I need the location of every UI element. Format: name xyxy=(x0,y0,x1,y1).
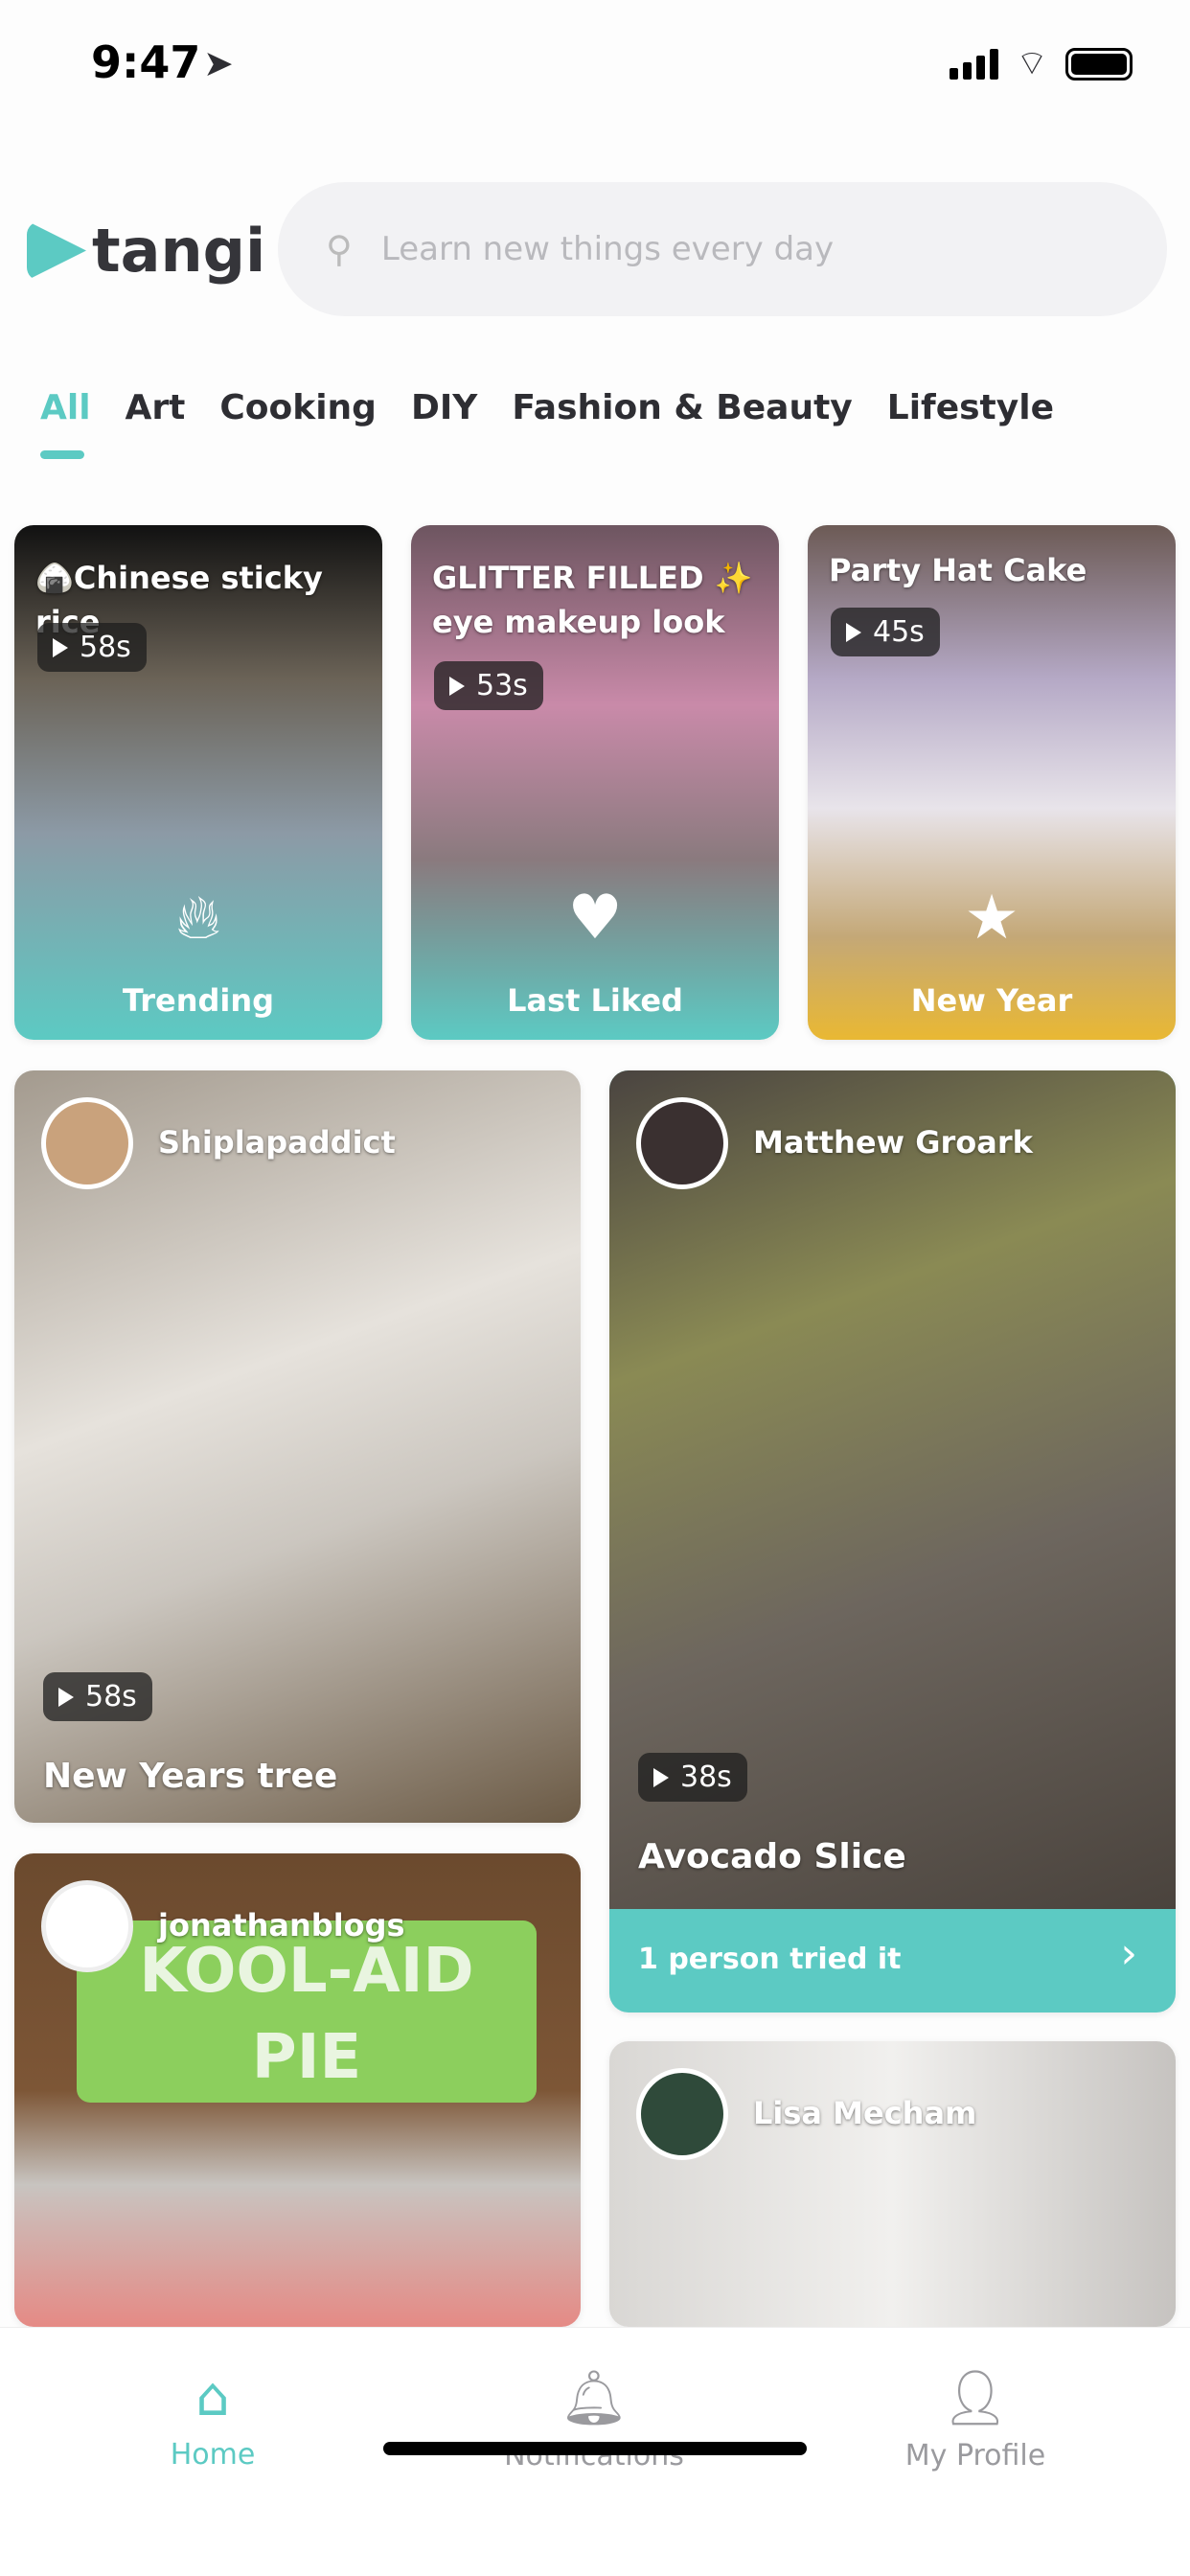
feed-card[interactable]: Shiplapaddict 58s New Years tree xyxy=(14,1070,581,1823)
nav-home[interactable]: ⌂ Home xyxy=(69,2366,356,2472)
star-icon: ★ xyxy=(964,883,1019,954)
duration-badge: 38s xyxy=(638,1753,747,1802)
featured-card-new-year[interactable]: Party Hat Cake 45s ★ New Year xyxy=(808,525,1176,1040)
avatar[interactable] xyxy=(636,2068,728,2160)
play-icon xyxy=(58,1687,74,1707)
feed-card[interactable]: Lisa Mecham xyxy=(609,2041,1176,2327)
duration-badge: 45s xyxy=(831,608,940,656)
image-text: KOOL-AID PIE xyxy=(77,1920,537,2103)
category-label: Last Liked xyxy=(507,982,683,1019)
search-input[interactable]: ⚲ Learn new things every day xyxy=(278,182,1167,316)
category-tabs: All Art Cooking DIY Fashion & Beauty Lif… xyxy=(40,388,1054,459)
author-name[interactable]: Lisa Mecham xyxy=(753,2095,976,2131)
user-icon: 👤︎ xyxy=(941,2367,1010,2429)
play-icon xyxy=(449,676,465,696)
battery-icon xyxy=(1065,47,1133,80)
author-name[interactable]: jonathanblogs xyxy=(158,1907,405,1944)
duration-badge: 53s xyxy=(434,661,543,710)
feed-card[interactable]: KOOL-AID PIE jonathanblogs xyxy=(14,1853,581,2327)
tab-fashion-beauty[interactable]: Fashion & Beauty xyxy=(512,388,852,427)
nav-notifications[interactable]: 🔔︎ Notifications xyxy=(450,2366,738,2472)
location-arrow-icon: ➤ xyxy=(203,42,234,84)
heart-icon: ♥ xyxy=(567,883,623,954)
home-icon: ⌂ xyxy=(195,2366,230,2428)
card-title: GLITTER FILLED ✨ eye makeup look xyxy=(432,560,753,640)
author-name[interactable]: Matthew Groark xyxy=(753,1124,1033,1161)
logo-play-icon xyxy=(27,220,86,281)
play-icon xyxy=(846,622,861,642)
avatar[interactable] xyxy=(636,1097,728,1189)
wifi-icon: ⌔ xyxy=(1016,44,1048,83)
search-icon: ⚲ xyxy=(326,228,353,270)
tab-diy[interactable]: DIY xyxy=(411,388,477,427)
tab-lifestyle[interactable]: Lifestyle xyxy=(887,388,1054,427)
tab-cooking[interactable]: Cooking xyxy=(219,388,377,427)
tangi-logo[interactable]: tangi xyxy=(27,216,265,286)
tab-all[interactable]: All xyxy=(40,388,91,459)
card-title: Party Hat Cake xyxy=(829,552,1087,588)
tab-art[interactable]: Art xyxy=(126,388,186,427)
avatar[interactable] xyxy=(41,1097,133,1189)
logo-text: tangi xyxy=(92,216,266,286)
duration-badge: 58s xyxy=(43,1672,152,1721)
duration-badge: 58s xyxy=(37,623,147,672)
play-icon xyxy=(653,1767,669,1787)
feed-card[interactable]: Matthew Groark 38s Avocado Slice 1 perso… xyxy=(609,1070,1176,2012)
bell-icon: 🔔︎ xyxy=(560,2367,629,2429)
video-title: Avocado Slice xyxy=(638,1837,906,1876)
category-label: New Year xyxy=(910,982,1073,1019)
video-title: New Years tree xyxy=(43,1757,338,1796)
play-icon xyxy=(53,637,68,657)
status-icons: ⌔ xyxy=(950,42,1133,85)
signal-icon xyxy=(950,48,999,80)
featured-card-last-liked[interactable]: GLITTER FILLED ✨ eye makeup look 53s ♥ L… xyxy=(411,525,779,1040)
author-name[interactable]: Shiplapaddict xyxy=(158,1124,396,1161)
home-indicator xyxy=(383,2442,807,2455)
search-placeholder: Learn new things every day xyxy=(380,230,835,268)
avatar[interactable] xyxy=(41,1880,133,1972)
featured-card-trending[interactable]: 🍙Chinese sticky rice 58s 🔥︎ Trending xyxy=(14,525,382,1040)
status-time: 9:47 xyxy=(91,36,201,88)
fire-icon: 🔥︎ xyxy=(175,883,221,954)
nav-my-profile[interactable]: 👤︎ My Profile xyxy=(832,2366,1119,2472)
tried-count[interactable]: 1 person tried it xyxy=(638,1943,902,1976)
category-label: Trending xyxy=(122,982,275,1019)
chevron-right-icon[interactable]: › xyxy=(1120,1929,1137,1978)
